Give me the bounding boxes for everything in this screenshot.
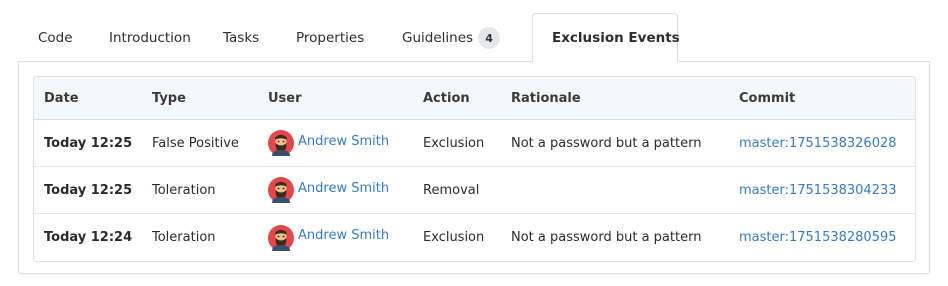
count-badge: 4 bbox=[478, 27, 501, 49]
column-header-user: User bbox=[268, 90, 302, 106]
user-cell: Andrew Smith bbox=[268, 120, 389, 166]
table-row: Today 12:24 Toleration Andrew Smith Excl… bbox=[34, 214, 915, 261]
date-cell: Today 12:24 bbox=[44, 230, 133, 245]
user-link[interactable]: Andrew Smith bbox=[298, 181, 389, 196]
commit-link[interactable]: master:1751538326028 bbox=[739, 136, 897, 151]
tab-label: Guidelines bbox=[402, 30, 474, 46]
date-cell: Today 12:25 bbox=[44, 135, 133, 151]
table-row: Today 12:25 Toleration Andrew Smith Remo… bbox=[34, 167, 915, 214]
column-header-commit: Commit bbox=[739, 90, 796, 106]
type-cell: Toleration bbox=[152, 230, 216, 245]
type-cell: False Positive bbox=[152, 135, 239, 151]
tab-guidelines[interactable]: Guidelines 4 bbox=[380, 14, 532, 62]
user-cell: Andrew Smith bbox=[268, 214, 389, 261]
tab-label: Tasks bbox=[223, 30, 260, 46]
table-header: Date Type User Action Rationale Commit bbox=[34, 77, 915, 120]
commit-cell: master:1751538280595 bbox=[739, 214, 897, 261]
user-avatar-icon bbox=[268, 224, 294, 251]
tab-tasks[interactable]: Tasks bbox=[205, 14, 277, 62]
user-link[interactable]: Andrew Smith bbox=[298, 228, 389, 243]
type-cell: Toleration bbox=[152, 182, 216, 198]
commit-link[interactable]: master:1751538304233 bbox=[739, 183, 897, 198]
tab-introduction[interactable]: Introduction bbox=[89, 14, 205, 62]
column-header-rationale: Rationale bbox=[511, 90, 581, 106]
action-cell: Exclusion bbox=[423, 230, 485, 245]
tab-label: Exclusion Events bbox=[552, 29, 680, 46]
commit-link[interactable]: master:1751538280595 bbox=[739, 230, 897, 245]
user-link[interactable]: Andrew Smith bbox=[298, 134, 389, 149]
column-header-date: Date bbox=[44, 90, 79, 106]
rationale-cell: Not a password but a pattern bbox=[511, 230, 702, 245]
tab-bar: Code Introduction Tasks Properties Guide… bbox=[18, 13, 680, 62]
action-cell: Removal bbox=[423, 182, 480, 198]
tab-properties[interactable]: Properties bbox=[277, 14, 380, 62]
tab-label: Properties bbox=[296, 30, 365, 46]
table-row: Today 12:25 False Positive Andrew Smith bbox=[34, 120, 915, 167]
user-avatar-icon bbox=[268, 130, 294, 156]
action-cell: Exclusion bbox=[423, 135, 485, 151]
tab-code[interactable]: Code bbox=[18, 14, 89, 62]
column-header-action: Action bbox=[423, 90, 470, 106]
column-header-type: Type bbox=[152, 90, 186, 106]
tab-exclusion-events[interactable]: Exclusion Events bbox=[532, 13, 680, 62]
rationale-cell: Not a password but a pattern bbox=[511, 135, 702, 151]
commit-cell: master:1751538326028 bbox=[739, 120, 897, 166]
exclusion-events-table: Date Type User Action Rationale Commit T… bbox=[33, 76, 916, 262]
user-avatar-icon bbox=[268, 177, 294, 203]
tab-label: Code bbox=[38, 30, 73, 46]
exclusion-events-view: Code Introduction Tasks Properties Guide… bbox=[0, 0, 948, 286]
commit-cell: master:1751538304233 bbox=[739, 167, 897, 213]
user-cell: Andrew Smith bbox=[268, 167, 389, 213]
tab-label: Introduction bbox=[109, 30, 191, 46]
tab-panel: Date Type User Action Rationale Commit T… bbox=[18, 61, 930, 274]
date-cell: Today 12:25 bbox=[44, 182, 133, 198]
